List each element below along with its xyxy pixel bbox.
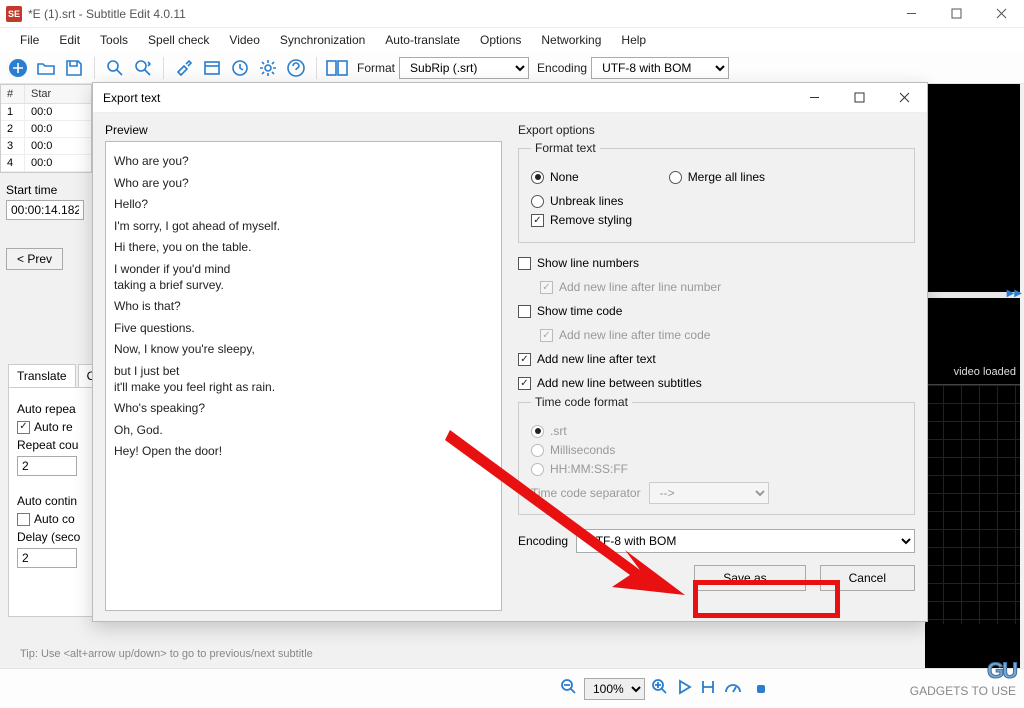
preview-label: Preview (105, 123, 502, 137)
table-row[interactable]: 200:0 (1, 121, 91, 138)
export-text-dialog: Export text Preview Who are you?Who are … (92, 82, 928, 622)
radio-unbreak[interactable] (531, 195, 544, 208)
app-icon: SE (6, 6, 22, 22)
status-tip: Tip: Use <alt+arrow up/down> to go to pr… (20, 648, 313, 660)
save-icon[interactable] (62, 56, 86, 80)
tc-separator-select: --> (649, 482, 769, 504)
tab-translate[interactable]: Translate (8, 364, 76, 387)
dialog-encoding-label: Encoding (518, 534, 568, 548)
menu-file[interactable]: File (10, 29, 49, 51)
seek-bar[interactable]: ▶▶ (925, 292, 1020, 298)
menu-edit[interactable]: Edit (49, 29, 90, 51)
subtitle-grid[interactable]: #Star 100:0 200:0 300:0 400:0 (0, 84, 92, 173)
play-icon[interactable] (675, 678, 693, 699)
visual-sync-icon[interactable] (228, 56, 252, 80)
auto-continue-checkbox[interactable] (17, 513, 30, 526)
start-time-input[interactable] (6, 200, 84, 220)
menu-help[interactable]: Help (611, 29, 656, 51)
time-code-format-group: Time code format .srt Milliseconds HH:MM… (518, 395, 915, 515)
settings-icon[interactable] (256, 56, 280, 80)
zoom-select[interactable]: 100% (584, 678, 645, 700)
table-row[interactable]: 400:0 (1, 155, 91, 172)
video-area: ▶▶ video loaded (925, 84, 1020, 668)
player-controls: 100% (0, 668, 1024, 708)
help-icon[interactable] (284, 56, 308, 80)
delay-input[interactable] (17, 548, 77, 568)
check-add-between[interactable] (518, 377, 531, 390)
find-icon[interactable] (103, 56, 127, 80)
translate-panel: Auto repea Auto re Repeat cou Auto conti… (8, 387, 94, 617)
waveform[interactable] (925, 384, 1020, 624)
layout-icon[interactable] (325, 56, 349, 80)
fix-icon[interactable] (172, 56, 196, 80)
repeat-count-label: Repeat cou (17, 438, 85, 452)
volume-slider-handle[interactable] (757, 685, 765, 693)
time-code-format-legend: Time code format (531, 395, 632, 409)
table-row[interactable]: 300:0 (1, 138, 91, 155)
title-bar: SE *E (1).srt - Subtitle Edit 4.0.11 (0, 0, 1024, 28)
select-icon[interactable] (699, 678, 717, 699)
format-select[interactable]: SubRip (.srt) (399, 57, 529, 79)
tc-separator-label: Time code separator (531, 486, 641, 500)
check-add-after-text[interactable] (518, 353, 531, 366)
radio-tc-ms (531, 444, 544, 457)
window-title: *E (1).srt - Subtitle Edit 4.0.11 (28, 7, 186, 21)
zoom-in-icon[interactable] (651, 678, 669, 699)
menu-sync[interactable]: Synchronization (270, 29, 375, 51)
check-after-time-code (540, 329, 553, 342)
format-text-group: Format text None Merge all lines Unbreak… (518, 141, 915, 243)
minimize-button[interactable] (889, 0, 934, 28)
check-show-line-numbers[interactable] (518, 257, 531, 270)
dialog-close-button[interactable] (882, 83, 927, 113)
menu-video[interactable]: Video (219, 29, 269, 51)
auto-continue-label: Auto contin (17, 494, 85, 508)
seek-forward-icon[interactable]: ▶▶ (1007, 288, 1022, 299)
format-label: Format (357, 61, 395, 75)
cancel-button[interactable]: Cancel (820, 565, 915, 591)
maximize-button[interactable] (934, 0, 979, 28)
delay-label: Delay (seco (17, 530, 85, 544)
replace-icon[interactable] (131, 56, 155, 80)
encoding-label: Encoding (537, 61, 587, 75)
save-as-button[interactable]: Save as... (694, 565, 805, 591)
col-start: Star (25, 85, 57, 103)
dialog-maximize-button[interactable] (837, 83, 882, 113)
format-text-legend: Format text (531, 141, 600, 155)
menu-autotranslate[interactable]: Auto-translate (375, 29, 470, 51)
check-show-time-code[interactable] (518, 305, 531, 318)
menu-networking[interactable]: Networking (531, 29, 611, 51)
dialog-encoding-select[interactable]: UTF-8 with BOM (576, 529, 915, 553)
preview-textbox[interactable]: Who are you?Who are you?Hello?I'm sorry,… (105, 141, 502, 611)
zoom-out-icon[interactable] (560, 678, 578, 699)
check-remove-styling[interactable] (531, 214, 544, 227)
check-after-line-number (540, 281, 553, 294)
dialog-minimize-button[interactable] (792, 83, 837, 113)
speed-icon[interactable] (723, 678, 741, 699)
prev-button[interactable]: < Prev (6, 248, 63, 270)
auto-repeat-checkbox[interactable] (17, 421, 30, 434)
menu-spellcheck[interactable]: Spell check (138, 29, 219, 51)
col-number: # (1, 85, 25, 103)
remove-text-icon[interactable] (200, 56, 224, 80)
watermark: GU GADGETS TO USE (910, 658, 1016, 698)
dialog-title: Export text (103, 91, 160, 105)
auto-repeat-label: Auto repea (17, 402, 85, 416)
radio-tc-srt (531, 425, 544, 438)
start-time-label: Start time (6, 183, 86, 197)
table-row[interactable]: 100:0 (1, 104, 91, 121)
radio-merge[interactable] (669, 171, 682, 184)
export-options-label: Export options (518, 123, 915, 137)
close-button[interactable] (979, 0, 1024, 28)
new-icon[interactable] (6, 56, 30, 80)
encoding-select[interactable]: UTF-8 with BOM (591, 57, 729, 79)
menu-options[interactable]: Options (470, 29, 531, 51)
menu-bar: File Edit Tools Spell check Video Synchr… (0, 28, 1024, 52)
repeat-count-input[interactable] (17, 456, 77, 476)
toolbar: Format SubRip (.srt) Encoding UTF-8 with… (0, 52, 1024, 84)
menu-tools[interactable]: Tools (90, 29, 138, 51)
radio-none[interactable] (531, 171, 544, 184)
open-icon[interactable] (34, 56, 58, 80)
video-loaded-label: video loaded (954, 366, 1016, 378)
radio-tc-hms (531, 463, 544, 476)
